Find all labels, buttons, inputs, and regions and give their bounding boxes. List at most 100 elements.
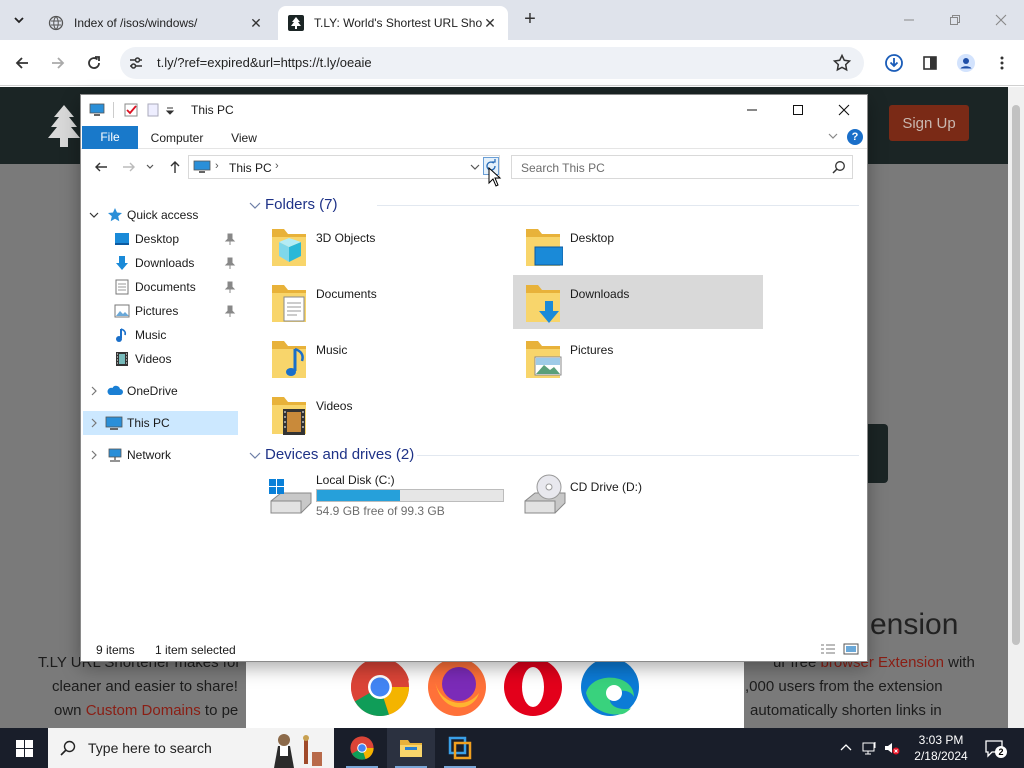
site-action-button[interactable] — [866, 424, 888, 483]
nav-videos[interactable]: Videos — [83, 347, 238, 371]
nav-downloads[interactable]: Downloads — [83, 251, 238, 275]
nav-network[interactable]: Network — [83, 443, 238, 467]
nav-pictures[interactable]: Pictures — [83, 299, 238, 323]
ribbon-tab-computer[interactable]: Computer — [145, 127, 209, 149]
explorer-address-bar[interactable]: › This PC › — [188, 155, 500, 179]
folder-videos-icon — [272, 397, 306, 435]
breadcrumb-separator-icon[interactable]: › — [215, 160, 219, 172]
close-tab-icon[interactable]: ✕ — [482, 15, 498, 31]
customize-qa-dropdown-icon[interactable] — [165, 102, 175, 118]
scrollbar-thumb[interactable] — [1012, 105, 1020, 645]
taskbar-chrome[interactable] — [338, 728, 386, 768]
pin-icon[interactable] — [224, 305, 236, 317]
chevron-right-icon[interactable] — [89, 386, 99, 396]
profile-button[interactable] — [954, 51, 978, 75]
new-tab-button[interactable]: + — [518, 8, 542, 32]
custom-domains-link[interactable]: Custom Domains — [86, 702, 201, 719]
folder-3d-objects[interactable]: 3D Objects — [259, 219, 509, 273]
forward-button[interactable] — [46, 51, 70, 75]
nav-music[interactable]: Music — [83, 323, 238, 347]
explorer-title-bar[interactable]: This PC — [81, 95, 867, 125]
address-bar[interactable]: t.ly/?ref=expired&url=https://t.ly/oeaie — [120, 47, 864, 79]
search-icon[interactable] — [832, 160, 846, 174]
sign-up-button[interactable]: Sign Up — [889, 105, 969, 141]
close-tab-icon[interactable]: ✕ — [248, 15, 264, 31]
taskbar-file-explorer[interactable] — [387, 728, 435, 768]
nav-this-pc[interactable]: This PC — [83, 411, 238, 435]
show-hidden-icons-chevron-icon[interactable] — [838, 740, 854, 756]
breadcrumb-separator-icon[interactable]: › — [275, 160, 279, 172]
help-button[interactable]: ? — [847, 129, 863, 145]
explorer-forward-button[interactable] — [119, 157, 139, 177]
bookmark-star-icon[interactable] — [832, 53, 852, 73]
collapse-group-icon[interactable] — [249, 200, 261, 210]
pin-icon[interactable] — [224, 281, 236, 293]
page-scrollbar[interactable] — [1008, 87, 1024, 728]
clock-date: 2/18/2024 — [914, 749, 968, 763]
chevron-right-icon[interactable] — [89, 418, 99, 428]
explorer-minimize-button[interactable] — [729, 95, 775, 125]
folder-downloads[interactable]: Downloads — [513, 275, 763, 329]
folder-documents[interactable]: Documents — [259, 275, 509, 329]
breadcrumb-this-pc[interactable]: This PC — [229, 161, 272, 175]
globe-icon — [48, 15, 64, 31]
windows-logo-icon — [15, 739, 33, 757]
drive-cd-d[interactable]: CD Drive (D:) — [513, 469, 763, 519]
nav-quick-access[interactable]: Quick access — [83, 203, 238, 227]
start-button[interactable] — [0, 728, 48, 768]
details-view-icon[interactable] — [820, 643, 836, 655]
ribbon-tab-file[interactable]: File — [82, 126, 138, 149]
nav-documents[interactable]: Documents — [83, 275, 238, 299]
explorer-maximize-button[interactable] — [775, 95, 821, 125]
reload-icon — [88, 56, 100, 69]
explorer-close-button[interactable] — [821, 95, 867, 125]
folder-music[interactable]: Music — [259, 331, 509, 385]
side-panel-button[interactable] — [918, 51, 942, 75]
address-history-dropdown-icon[interactable] — [469, 161, 481, 173]
taskbar-clock[interactable]: 3:03 PM 2/18/2024 — [908, 732, 974, 764]
taskbar-search-box[interactable]: Type here to search — [48, 728, 334, 768]
drives-group-header[interactable]: Devices and drives (2) — [247, 445, 859, 465]
reload-button[interactable] — [82, 51, 106, 75]
site-info-icon[interactable] — [128, 55, 144, 71]
browser-tab-tly[interactable]: T.LY: World's Shortest URL Shor ✕ — [278, 6, 508, 40]
url-text[interactable]: t.ly/?ref=expired&url=https://t.ly/oeaie — [157, 55, 372, 70]
folder-videos[interactable]: Videos — [259, 387, 509, 441]
folder-pictures[interactable]: Pictures — [513, 331, 763, 385]
tab-search-button[interactable] — [6, 7, 32, 33]
chevron-right-icon[interactable] — [89, 450, 99, 460]
up-button[interactable] — [165, 157, 185, 177]
search-box[interactable]: Search This PC — [511, 155, 853, 179]
chevron-down-icon[interactable] — [89, 210, 99, 220]
folder-desktop[interactable]: Desktop — [513, 219, 763, 273]
close-window-button[interactable] — [978, 0, 1024, 40]
properties-check-icon[interactable] — [123, 102, 139, 118]
minimize-window-button[interactable] — [886, 0, 932, 40]
folder-desktop-icon — [526, 229, 563, 266]
nav-onedrive[interactable]: OneDrive — [83, 379, 238, 403]
restore-window-button[interactable] — [932, 0, 978, 40]
explorer-back-button[interactable] — [91, 157, 111, 177]
pin-icon[interactable] — [224, 257, 236, 269]
drive-local-disk-c[interactable]: Local Disk (C:) 54.9 GB free of 99.3 GB — [259, 469, 509, 519]
new-folder-icon[interactable] — [145, 102, 161, 118]
folders-group-header[interactable]: Folders (7) — [247, 195, 859, 215]
site-text-fragment: own — [54, 702, 86, 719]
pin-icon[interactable] — [224, 233, 236, 245]
large-icons-view-icon[interactable] — [843, 643, 859, 655]
action-center-button[interactable]: 2 — [984, 738, 1007, 758]
folder-name: Videos — [316, 399, 353, 413]
browser-tab-isos[interactable]: Index of /isos/windows/ ✕ — [38, 6, 274, 40]
taskbar-app-vmware[interactable] — [436, 728, 484, 768]
ribbon-tab-view[interactable]: View — [221, 127, 267, 149]
recent-locations-button[interactable] — [144, 157, 156, 177]
downloads-button[interactable] — [882, 51, 906, 75]
nav-desktop[interactable]: Desktop — [83, 227, 238, 251]
network-status-icon[interactable] — [862, 740, 878, 756]
browser-menu-button[interactable] — [990, 51, 1014, 75]
nav-label: This PC — [127, 416, 170, 430]
back-button[interactable] — [10, 51, 34, 75]
volume-muted-icon[interactable] — [884, 740, 900, 756]
collapse-group-icon[interactable] — [249, 450, 261, 460]
expand-ribbon-icon[interactable] — [827, 130, 839, 142]
